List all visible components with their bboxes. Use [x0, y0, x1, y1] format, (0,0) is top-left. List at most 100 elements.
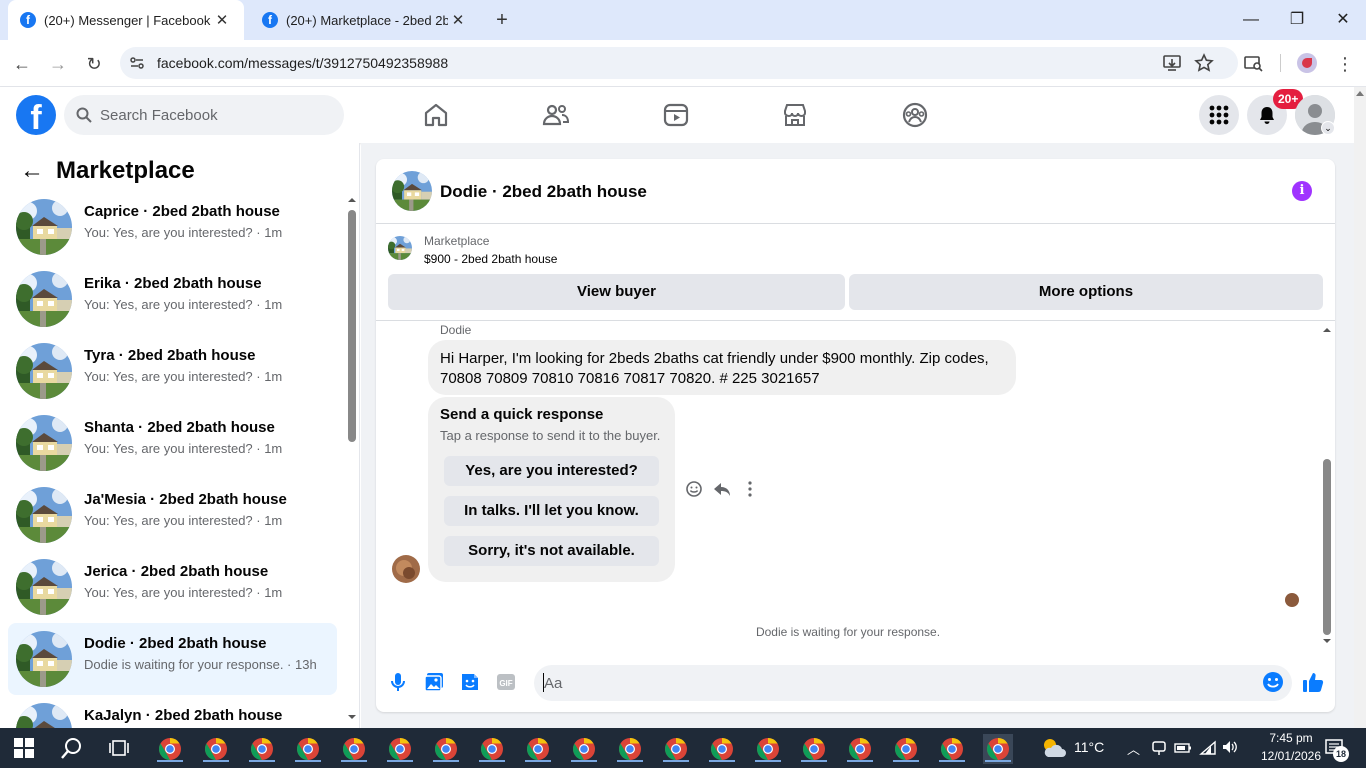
forward-button[interactable]: → [44, 50, 72, 78]
conversation-row[interactable]: Ja'Mesia · 2bed 2bath house You: Yes, are… [8, 479, 337, 551]
taskbar-chrome-app-icon[interactable] [615, 734, 645, 764]
install-app-icon[interactable] [1162, 53, 1182, 73]
close-window-button[interactable]: ✕ [1320, 6, 1366, 34]
taskbar-chrome-app-icon[interactable] [477, 734, 507, 764]
conversation-row[interactable]: Dodie · 2bed 2bath house Dodie is waiting… [8, 623, 337, 695]
tab-marketplace[interactable]: f (20+) Marketplace - 2bed 2bath ✕ [250, 0, 480, 40]
taskbar-chrome-app-icon[interactable] [385, 734, 415, 764]
taskbar-chrome-app-icon[interactable] [937, 734, 967, 764]
conversation-row[interactable]: Erika · 2bed 2bath house You: Yes, are yo… [8, 263, 337, 335]
toolbar-divider [1280, 54, 1281, 72]
photo-gallery-icon[interactable] [423, 671, 445, 693]
taskbar-chrome-app-icon[interactable] [339, 734, 369, 764]
page-scrollbar[interactable] [1354, 87, 1366, 728]
more-actions-icon[interactable] [741, 480, 759, 498]
listing-title[interactable]: $900 - 2bed 2bath house [424, 252, 557, 266]
more-options-button[interactable]: More options [849, 274, 1323, 310]
taskbar-chrome-app-icon[interactable] [523, 734, 553, 764]
taskbar-chrome-app-icon[interactable] [891, 734, 921, 764]
emoji-icon[interactable] [1262, 671, 1284, 693]
conversation-row[interactable]: Caprice · 2bed 2bath house You: Yes, are … [8, 191, 337, 263]
taskbar-chrome-app-icon[interactable] [799, 734, 829, 764]
view-buyer-button[interactable]: View buyer [388, 274, 845, 310]
conversation-list-scrollbar[interactable] [344, 194, 360, 722]
volume-icon[interactable] [1221, 739, 1239, 755]
tab-messenger[interactable]: f (20+) Messenger | Facebook ✕ [8, 0, 244, 40]
taskbar-chrome-app-icon[interactable] [155, 734, 185, 764]
reply-icon[interactable] [713, 480, 731, 498]
taskbar-chrome-app-icon[interactable] [845, 734, 875, 764]
gif-icon[interactable]: GIF [495, 671, 517, 693]
browser-menu-icon[interactable]: ⋮ [1336, 52, 1354, 76]
taskbar-clock-date[interactable]: 12/01/2026 [1256, 749, 1326, 763]
maximize-button[interactable]: ❐ [1274, 6, 1320, 34]
task-view-icon[interactable] [108, 738, 130, 758]
back-arrow-icon[interactable]: ← [20, 159, 44, 184]
house-photo-icon [16, 199, 72, 255]
menu-grid-button[interactable] [1199, 95, 1239, 135]
microphone-icon[interactable] [387, 671, 409, 693]
listing-thumbnail[interactable] [388, 236, 412, 260]
conversation-row[interactable]: Shanta · 2bed 2bath house You: Yes, are y… [8, 407, 337, 479]
message-input[interactable] [534, 665, 1292, 701]
bookmark-star-icon[interactable] [1194, 53, 1214, 73]
new-tab-button[interactable]: + [490, 8, 514, 32]
weather-icon[interactable] [1040, 735, 1068, 761]
quick-response-not-available-button[interactable]: Sorry, it's not available. [444, 536, 659, 566]
tab-close-icon[interactable]: ✕ [448, 11, 468, 29]
watch-icon[interactable] [661, 100, 691, 130]
show-hidden-icons-chevron-icon[interactable]: ︿ [1127, 739, 1140, 758]
groups-icon[interactable] [900, 100, 930, 130]
quick-response-yes-button[interactable]: Yes, are you interested? [444, 456, 659, 486]
battery-icon[interactable] [1174, 741, 1192, 755]
sender-avatar[interactable] [392, 555, 420, 583]
taskbar-search-icon[interactable] [60, 736, 84, 760]
facebook-logo[interactable]: f [16, 95, 56, 135]
taskbar-chrome-app-icon[interactable] [247, 734, 277, 764]
tab-title: (20+) Messenger | Facebook [44, 12, 211, 28]
taskbar-chrome-app-icon[interactable] [707, 734, 737, 764]
account-chevron-down-icon[interactable]: ⌄ [1321, 121, 1335, 135]
weather-temperature[interactable]: 11°C [1074, 739, 1104, 755]
chat-scrollbar[interactable] [1320, 322, 1334, 648]
tab-search-icon[interactable] [1243, 53, 1263, 73]
taskbar-chrome-app-icon[interactable] [431, 734, 461, 764]
browser-profile-avatar[interactable] [1297, 53, 1317, 73]
url-text[interactable]: facebook.com/messages/t/3912750492358988 [157, 55, 448, 71]
taskbar-chrome-app-icon[interactable] [753, 734, 783, 764]
wifi-icon[interactable] [1199, 739, 1217, 755]
chat-title[interactable]: Dodie · 2bed 2bath house [440, 182, 647, 202]
reload-button[interactable]: ↻ [80, 50, 108, 78]
incoming-message-bubble[interactable]: Hi Harper, I'm looking for 2beds 2baths … [428, 340, 1016, 395]
site-info-icon[interactable] [128, 54, 146, 72]
react-emoji-icon[interactable] [685, 480, 703, 498]
sticker-icon[interactable] [459, 671, 481, 693]
taskbar-clock-time[interactable]: 7:45 pm [1256, 731, 1326, 745]
conversation-row[interactable]: Tyra · 2bed 2bath house You: Yes, are you… [8, 335, 337, 407]
quick-response-in-talks-button[interactable]: In talks. I'll let you know. [444, 496, 659, 526]
conversation-info-icon[interactable]: i [1292, 181, 1312, 201]
house-photo-icon [16, 343, 72, 399]
conversation-row[interactable]: Jerica · 2bed 2bath house You: Yes, are y… [8, 551, 337, 623]
meet-now-icon[interactable] [1151, 739, 1167, 757]
taskbar-chrome-app-icon[interactable] [661, 734, 691, 764]
minimize-button[interactable]: — [1228, 6, 1274, 34]
thumbs-up-icon[interactable] [1302, 671, 1324, 693]
tab-close-icon[interactable]: ✕ [212, 11, 232, 29]
taskbar-chrome-app-icon[interactable] [293, 734, 323, 764]
conversation-name: KaJalyn · 2bed 2bath house [84, 707, 283, 724]
quick-response-subtitle: Tap a response to send it to the buyer. [440, 428, 661, 443]
conversation-name: Shanta · 2bed 2bath house [84, 419, 275, 436]
taskbar-chrome-app-icon[interactable] [983, 734, 1013, 764]
chat-listing-avatar[interactable] [392, 171, 432, 211]
taskbar-chrome-app-icon[interactable] [569, 734, 599, 764]
marketplace-icon[interactable] [780, 100, 810, 130]
notification-count-badge: 18 [1333, 746, 1349, 762]
search-input[interactable]: Search Facebook [64, 95, 344, 135]
windows-start-icon[interactable] [14, 738, 34, 758]
taskbar-chrome-app-icon[interactable] [201, 734, 231, 764]
waiting-status-text: Dodie is waiting for your response. [755, 625, 941, 639]
friends-icon[interactable] [541, 100, 571, 130]
back-button[interactable]: ← [8, 50, 36, 78]
home-icon[interactable] [421, 100, 451, 130]
